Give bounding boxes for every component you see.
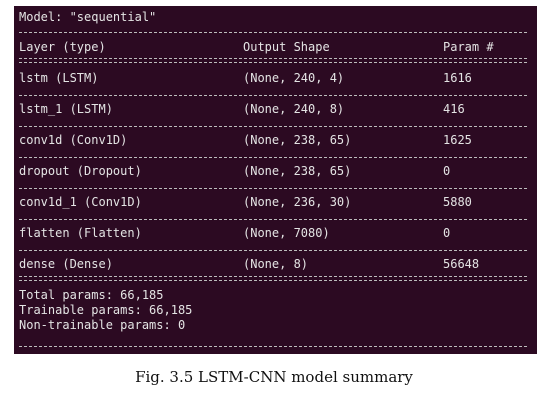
row-params: 0	[443, 164, 451, 178]
model-title: Model: "sequential"	[19, 10, 157, 24]
row-params: 1625	[443, 133, 472, 147]
row-divider	[19, 126, 527, 127]
row-divider	[19, 250, 527, 251]
header-layer: Layer (type)	[19, 40, 106, 54]
header-output-shape: Output Shape	[243, 40, 330, 54]
header-params: Param #	[443, 40, 494, 54]
header-divider	[19, 58, 527, 63]
row-layer: flatten (Flatten)	[19, 226, 142, 240]
row-divider	[19, 188, 527, 189]
row-params: 0	[443, 226, 451, 240]
row-output-shape: (None, 8)	[243, 257, 309, 271]
row-layer: conv1d (Conv1D)	[19, 133, 128, 147]
row-output-shape: (None, 7080)	[243, 226, 330, 240]
row-output-shape: (None, 240, 4)	[243, 71, 345, 85]
row-params: 56648	[443, 257, 480, 271]
row-divider	[19, 157, 527, 158]
row-divider	[19, 219, 527, 220]
row-output-shape: (None, 238, 65)	[243, 164, 352, 178]
model-summary-terminal: Model: "sequential" Layer (type) Output …	[14, 6, 537, 354]
non-trainable-params: Non-trainable params: 0	[19, 318, 186, 332]
row-layer: dropout (Dropout)	[19, 164, 142, 178]
row-params: 1616	[443, 71, 472, 85]
figure-caption: Fig. 3.5 LSTM-CNN model summary	[135, 368, 413, 386]
row-params: 5880	[443, 195, 472, 209]
row-layer: dense (Dense)	[19, 257, 113, 271]
row-params: 416	[443, 102, 465, 116]
row-output-shape: (None, 236, 30)	[243, 195, 352, 209]
row-divider	[19, 95, 527, 96]
row-layer: lstm_1 (LSTM)	[19, 102, 113, 116]
row-layer: lstm (LSTM)	[19, 71, 99, 85]
bottom-divider	[19, 346, 527, 347]
row-output-shape: (None, 238, 65)	[243, 133, 352, 147]
row-layer: conv1d_1 (Conv1D)	[19, 195, 142, 209]
total-params: Total params: 66,185	[19, 288, 164, 302]
row-output-shape: (None, 240, 8)	[243, 102, 345, 116]
trainable-params: Trainable params: 66,185	[19, 303, 193, 317]
summary-divider	[19, 276, 527, 281]
top-divider	[19, 32, 527, 33]
